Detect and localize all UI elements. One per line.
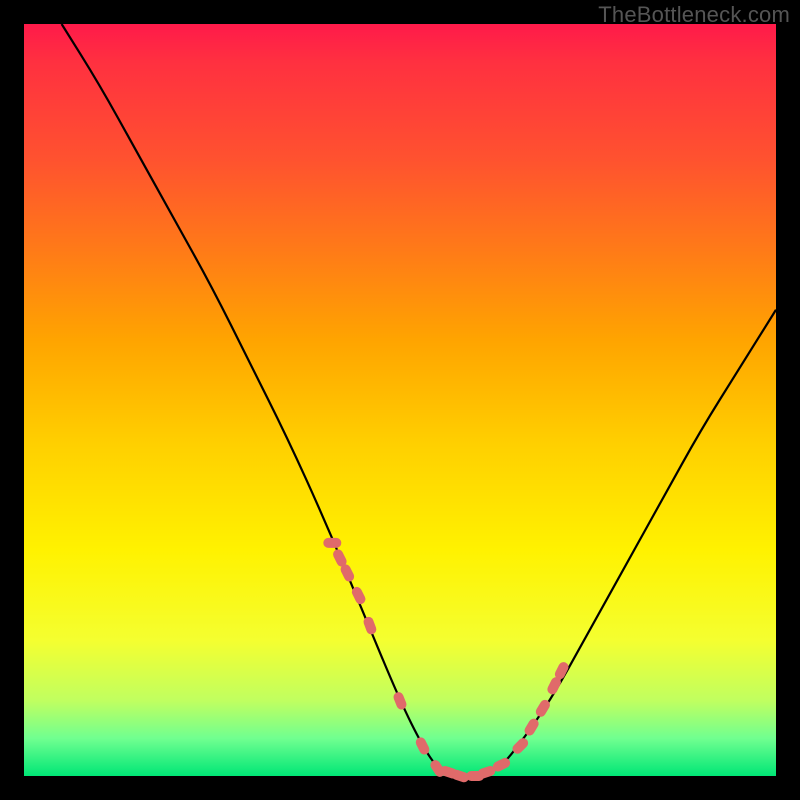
bottleneck-curve (62, 24, 776, 776)
curve-marker (392, 691, 408, 711)
chart-frame (24, 24, 776, 776)
marker-group (323, 538, 570, 784)
chart-svg (24, 24, 776, 776)
attribution-text: TheBottleneck.com (598, 2, 790, 28)
curve-marker (323, 538, 341, 548)
curve-marker (362, 615, 378, 635)
